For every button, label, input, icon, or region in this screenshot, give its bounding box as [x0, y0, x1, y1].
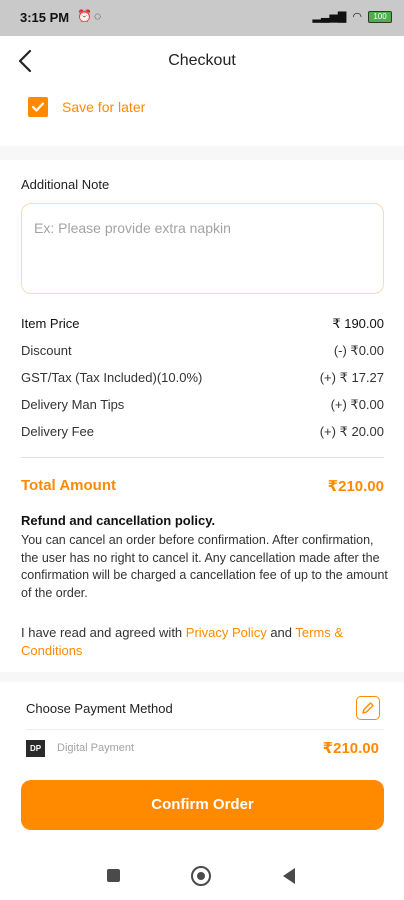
- summary-row-tips: Delivery Man Tips (+) ₹0.00: [21, 397, 384, 413]
- summary-label: Delivery Fee: [21, 424, 94, 439]
- total-row: Total Amount ₹210.00: [21, 477, 384, 495]
- payment-method-name: Digital Payment: [57, 742, 135, 754]
- summary-label: Delivery Man Tips: [21, 397, 125, 412]
- save-for-later-label: Save for later: [62, 99, 146, 115]
- policy-text: You can cancel an order before confirmat…: [21, 533, 388, 600]
- summary-row-tax: GST/Tax (Tax Included)(10.0%) (+) ₹ 17.2…: [21, 370, 384, 386]
- status-right-icons: ▂▃▅▇ ◠ 100: [313, 10, 392, 23]
- agreement-conjunction: and: [266, 625, 296, 640]
- summary-row-delivery-fee: Delivery Fee (+) ₹ 20.00: [21, 424, 384, 440]
- summary-row-discount: Discount (-) ₹0.00: [21, 343, 384, 359]
- confirm-order-button[interactable]: Confirm Order: [21, 780, 384, 830]
- edit-payment-button[interactable]: [356, 696, 380, 720]
- back-icon[interactable]: [283, 868, 295, 884]
- summary-label: GST/Tax (Tax Included)(10.0%): [21, 370, 203, 385]
- status-bar: 3:15 PM ⏰◌ ▂▃▅▇ ◠ 100: [0, 0, 404, 36]
- summary-divider: [21, 457, 384, 458]
- summary-label: Discount: [21, 343, 72, 358]
- summary-value: (+) ₹0.00: [330, 397, 384, 412]
- battery-icon: 100: [368, 10, 392, 23]
- total-value: ₹210.00: [327, 478, 384, 495]
- policy-title: Refund and cancellation policy.: [21, 513, 216, 528]
- summary-value: ₹ 190.00: [332, 316, 384, 331]
- payment-divider: [26, 729, 384, 730]
- summary-label: Item Price: [21, 316, 80, 331]
- payment-method-title: Choose Payment Method: [26, 701, 173, 716]
- status-time: 3:15 PM: [20, 10, 70, 25]
- agreement-prefix: I have read and agreed with: [21, 625, 186, 640]
- wifi-icon: ◠: [352, 11, 362, 23]
- summary-value: (+) ₹ 17.27: [319, 370, 384, 385]
- summary-row-item-price: Item Price ₹ 190.00: [21, 316, 384, 332]
- whatsapp-icon: ◌: [93, 9, 104, 23]
- section-divider: [0, 672, 404, 682]
- check-icon: [31, 102, 45, 112]
- total-label: Total Amount: [21, 477, 116, 494]
- save-for-later-checkbox[interactable]: [28, 97, 48, 117]
- pencil-icon: [362, 702, 374, 714]
- status-left-icons: ⏰◌: [77, 9, 103, 23]
- agreement-text: I have read and agreed with Privacy Poli…: [21, 624, 389, 660]
- additional-note-input[interactable]: Ex: Please provide extra napkin: [21, 203, 384, 294]
- system-nav-bar: [0, 850, 404, 900]
- summary-value: (-) ₹0.00: [333, 343, 384, 358]
- digital-payment-icon: DP: [26, 740, 45, 757]
- summary-value: (+) ₹ 20.00: [319, 424, 384, 439]
- app-bar: Checkout: [0, 36, 404, 88]
- additional-note-label: Additional Note: [21, 177, 110, 192]
- signal-icon: ▂▃▅▇: [312, 11, 347, 23]
- alarm-icon: ⏰: [77, 9, 94, 23]
- recent-apps-icon[interactable]: [107, 869, 120, 882]
- payment-amount: ₹210.00: [322, 740, 379, 757]
- page-title: Checkout: [168, 52, 236, 69]
- section-divider: [0, 146, 404, 160]
- payment-method-card: Choose Payment Method DP Digital Payment…: [21, 690, 384, 768]
- home-icon[interactable]: [191, 866, 211, 886]
- privacy-policy-link[interactable]: Privacy Policy: [186, 625, 267, 640]
- save-for-later-row[interactable]: Save for later: [28, 97, 145, 117]
